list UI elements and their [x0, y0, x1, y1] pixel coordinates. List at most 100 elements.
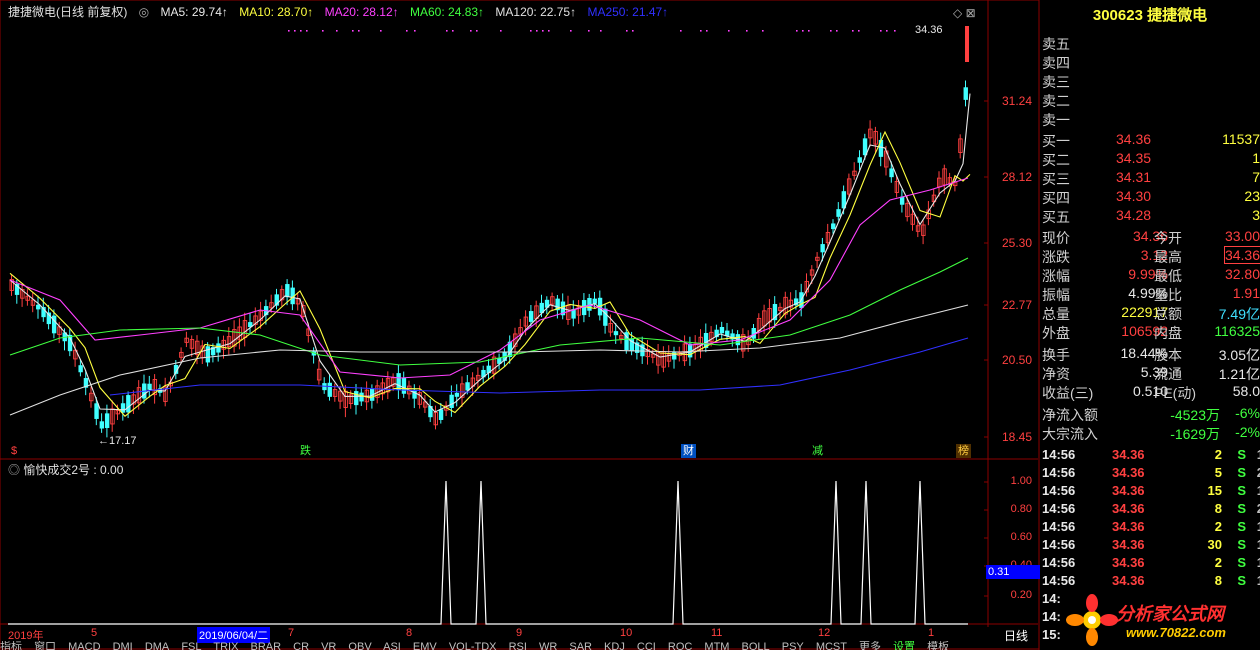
tab-kdj[interactable]: KDJ [604, 641, 625, 650]
tick-row: 14:5634.3630S1 [1042, 537, 1260, 555]
tab-dmi[interactable]: DMI [113, 641, 133, 650]
tab-cr[interactable]: CR [293, 641, 309, 650]
tab-settings[interactable]: 设置 [893, 641, 915, 650]
bid-price: 34.31 [1116, 169, 1152, 185]
candle-body [613, 331, 619, 336]
tick-side: S [1237, 465, 1246, 480]
tab-emv[interactable]: EMV [413, 641, 437, 650]
candle-body [216, 343, 221, 353]
tab-vol-tdx[interactable]: VOL-TDX [449, 641, 497, 650]
tick-price: 34.36 [1112, 537, 1145, 552]
candle-body [396, 373, 401, 390]
quote-value: 33.00 [1224, 228, 1260, 244]
tick-time: 15: [1042, 627, 1061, 642]
quote-row: 涨幅 9.99% 最低 32.80 [1042, 266, 1260, 285]
bid-volume: 11537 [1222, 131, 1260, 147]
tab-mtm[interactable]: MTM [704, 641, 729, 650]
bid-volume: 1 [1252, 150, 1260, 166]
bid-label: 买二 [1042, 152, 1070, 168]
event-marker-list[interactable]: 榜 [956, 444, 971, 458]
tick-time: 14:56 [1042, 573, 1076, 588]
signal-dot [446, 30, 448, 32]
stat-row: 收益(三) 0.510 PE(动) 58.0 [1042, 383, 1260, 402]
event-marker-finance[interactable]: 财 [681, 444, 696, 458]
ask-label: 卖二 [1042, 93, 1070, 109]
tab-trix[interactable]: TRIX [213, 641, 238, 650]
candle-body [820, 244, 825, 253]
signal-dot [728, 30, 730, 32]
tab-sar[interactable]: SAR [569, 641, 592, 650]
candle-body [354, 391, 359, 406]
tick-time: 14:56 [1042, 465, 1076, 480]
quote-label: 总额 [1154, 306, 1182, 322]
indicator-settings-icon[interactable]: ◎ [8, 463, 23, 477]
tab-vr[interactable]: VR [321, 641, 336, 650]
signal-dot [358, 30, 360, 32]
indicator-header[interactable]: ◎ 愉快成交2号 : 0.00 [8, 461, 123, 478]
quote-title[interactable]: 300623 捷捷微电 [1040, 4, 1260, 25]
tab-cci[interactable]: CCI [637, 641, 656, 650]
tab-mcst[interactable]: MCST [816, 641, 847, 650]
signal-dot [570, 30, 572, 32]
tab-rsi[interactable]: RSI [509, 641, 527, 650]
stat-label: 股本 [1154, 347, 1182, 363]
chart-control-icons[interactable]: ◇ ⊠ [953, 6, 976, 20]
tab-brar[interactable]: BRAR [251, 641, 282, 650]
signal-dot [294, 30, 296, 32]
signal-dot [536, 30, 538, 32]
tab-fsl[interactable]: FSL [181, 641, 201, 650]
tab-boll[interactable]: BOLL [742, 641, 770, 650]
kline-chart[interactable] [0, 0, 1040, 650]
quote-label: 内盘 [1154, 325, 1182, 341]
event-marker-reduce[interactable]: 减 [810, 444, 825, 458]
candle-body [449, 394, 454, 409]
candle-body [831, 223, 836, 230]
signal-dot [680, 30, 682, 32]
candle-body [327, 382, 332, 397]
signal-dot [530, 30, 532, 32]
date-tick: 11 [711, 627, 723, 639]
tab-window[interactable]: 窗口 [34, 641, 56, 650]
tab-obv[interactable]: OBV [348, 641, 371, 650]
stock-title[interactable]: 捷捷微电(日线 前复权) [8, 5, 127, 19]
price-tick: 28.12 [1001, 170, 1032, 184]
quote-value: 32.80 [1224, 266, 1260, 282]
bid-price: 34.28 [1116, 207, 1152, 223]
signal-dot [548, 30, 550, 32]
tick-side: S [1237, 519, 1246, 534]
stat-label: 净资 [1042, 366, 1070, 382]
tick-time: 14: [1042, 609, 1061, 624]
tick-volume: 2 [1214, 555, 1222, 570]
tab-dma[interactable]: DMA [145, 641, 169, 650]
signal-dot [542, 30, 544, 32]
tab-roc[interactable]: ROC [668, 641, 692, 650]
flow-label: 大宗流入 [1042, 426, 1098, 442]
tick-volume: 15 [1207, 483, 1222, 498]
tick-side: S [1237, 447, 1246, 462]
tab-psy[interactable]: PSY [782, 641, 804, 650]
signal-dot [470, 30, 472, 32]
candle-body [412, 389, 417, 399]
ma250-line [109, 337, 969, 396]
tab-asi[interactable]: ASI [383, 641, 401, 650]
candle-body [603, 308, 608, 326]
tab-macd[interactable]: MACD [68, 641, 100, 650]
stat-value: 3.05亿 [1218, 347, 1260, 363]
date-tick: 8 [406, 627, 413, 639]
tick-time: 14:56 [1042, 555, 1076, 570]
signal-dot [880, 30, 882, 32]
tab-wr[interactable]: WR [539, 641, 557, 650]
tab-indicator[interactable]: 指标 [0, 641, 22, 650]
indicator-tab-bar: 指标 窗口 MACD DMI DMA FSL TRIX BRAR CR VR O… [0, 641, 1040, 650]
settings-icon[interactable]: ◎ [139, 5, 149, 19]
ask-label: 卖五 [1042, 36, 1070, 52]
candle-body [359, 392, 364, 402]
tick-side: S [1237, 501, 1246, 516]
event-marker-dividend[interactable]: $ [9, 444, 19, 458]
tab-template[interactable]: 模板 [927, 641, 949, 650]
tab-more[interactable]: 更多 [859, 641, 881, 650]
quote-label: 最低 [1154, 268, 1182, 284]
event-marker-drop[interactable]: 跌 [298, 444, 313, 458]
tick-time: 14:56 [1042, 447, 1076, 462]
candle-body [36, 304, 41, 310]
